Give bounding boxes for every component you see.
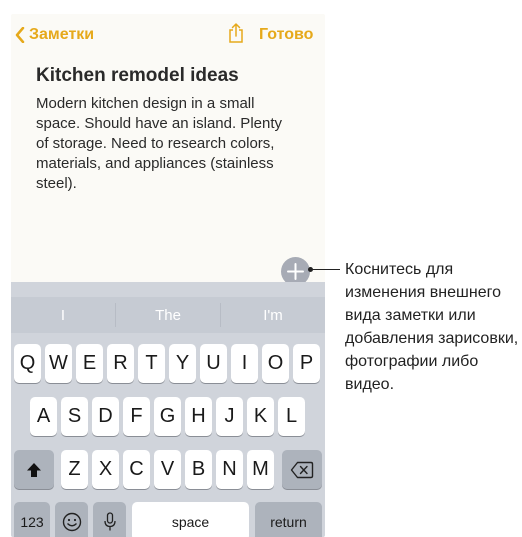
chevron-left-icon <box>15 27 25 43</box>
note-editor[interactable]: Заметки Готово Kitchen remodel ideas Mod… <box>11 14 325 286</box>
key-a[interactable]: A <box>30 397 57 436</box>
return-key[interactable]: return <box>255 502 322 537</box>
shift-arrow-icon <box>27 462 41 477</box>
key-n[interactable]: N <box>216 450 243 489</box>
key-s[interactable]: S <box>61 397 88 436</box>
space-key[interactable]: space <box>132 502 249 537</box>
note-title[interactable]: Kitchen remodel ideas <box>36 65 239 87</box>
prediction-3[interactable]: I'm <box>221 297 325 333</box>
predictive-bar: I The I'm <box>11 297 325 333</box>
key-r[interactable]: R <box>107 344 134 383</box>
key-j[interactable]: J <box>216 397 243 436</box>
key-y[interactable]: Y <box>169 344 196 383</box>
numbers-key[interactable]: 123 <box>14 502 50 537</box>
key-i[interactable]: I <box>231 344 258 383</box>
share-icon <box>229 22 243 43</box>
key-v[interactable]: V <box>154 450 181 489</box>
key-f[interactable]: F <box>123 397 150 436</box>
iphone-screen: Заметки Готово Kitchen remodel ideas Mod… <box>11 14 325 537</box>
emoji-icon <box>62 512 81 531</box>
delete-key[interactable] <box>282 450 322 489</box>
key-g[interactable]: G <box>154 397 181 436</box>
dictation-key[interactable] <box>93 502 126 537</box>
key-q[interactable]: Q <box>14 344 41 383</box>
key-m[interactable]: M <box>247 450 274 489</box>
shift-key[interactable] <box>14 450 54 489</box>
key-x[interactable]: X <box>92 450 119 489</box>
key-d[interactable]: D <box>92 397 119 436</box>
key-z[interactable]: Z <box>61 450 88 489</box>
key-w[interactable]: W <box>45 344 72 383</box>
key-k[interactable]: K <box>247 397 274 436</box>
share-button[interactable] <box>228 22 244 49</box>
backspace-icon <box>290 461 314 478</box>
note-body[interactable]: Modern kitchen design in a small space. … <box>36 94 298 194</box>
key-u[interactable]: U <box>200 344 227 383</box>
callout-text: Коснитесь для изменения внешнего вида за… <box>345 261 519 393</box>
key-e[interactable]: E <box>76 344 103 383</box>
key-p[interactable]: P <box>293 344 320 383</box>
key-l[interactable]: L <box>278 397 305 436</box>
microphone-icon <box>103 511 116 530</box>
key-t[interactable]: T <box>138 344 165 383</box>
back-label: Заметки <box>29 26 95 43</box>
back-button[interactable]: Заметки <box>15 26 94 44</box>
key-c[interactable]: C <box>123 450 150 489</box>
key-o[interactable]: O <box>262 344 289 383</box>
callout-leader-line <box>310 269 340 270</box>
key-b[interactable]: B <box>185 450 212 489</box>
prediction-1[interactable]: I <box>11 297 115 333</box>
done-button[interactable]: Готово <box>259 26 313 44</box>
prediction-2[interactable]: The <box>116 297 220 333</box>
emoji-key[interactable] <box>55 502 88 537</box>
key-h[interactable]: H <box>185 397 212 436</box>
